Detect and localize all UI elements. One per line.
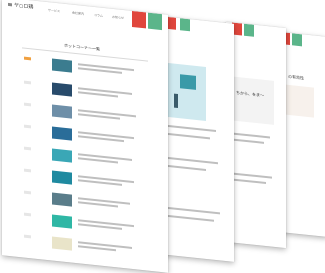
mockup-page-2	[160, 16, 234, 262]
nav-item[interactable]: お知らせ	[112, 15, 124, 20]
article-thumbnail	[52, 170, 72, 185]
article-thumbnail	[52, 192, 72, 207]
article-thumbnail	[52, 126, 72, 141]
article-thumbnail	[52, 236, 72, 251]
header-green-button	[292, 33, 302, 47]
article-thumbnail	[52, 82, 72, 97]
new-badge	[24, 56, 31, 61]
download-button[interactable]	[148, 12, 162, 31]
article-thumbnail	[52, 104, 72, 119]
mockup-stage: の有効性 ちから、をま〜 ヤ○ロ鶏 サービス 会社案内 コラム お知らせ ホット…	[0, 0, 325, 273]
article-thumbnail	[52, 58, 72, 73]
nav-item[interactable]: コラム	[94, 13, 103, 18]
article-thumbnail	[52, 148, 72, 163]
person-icon	[174, 93, 178, 109]
menu-icon	[8, 2, 12, 7]
page-3-hero	[230, 76, 274, 125]
mockup-page-front: ヤ○ロ鶏 サービス 会社案内 コラム お知らせ ホットコーナー一覧	[2, 0, 168, 273]
page-2-hero-illustration	[166, 62, 206, 121]
header-green-button	[180, 18, 190, 32]
section-title: ホットコーナー一覧	[64, 42, 100, 52]
page-4-headline: の有効性	[288, 73, 304, 81]
mockup-page-3: ちから、をま〜	[226, 21, 286, 249]
monitor-icon	[180, 74, 196, 90]
article-thumbnail	[52, 214, 72, 229]
site-logo: ヤ○ロ鶏	[14, 2, 34, 11]
site-header: ヤ○ロ鶏 サービス 会社案内 コラム お知らせ	[2, 0, 168, 33]
nav-item[interactable]: サービス	[48, 8, 60, 13]
header-green-button	[244, 23, 254, 37]
nav-item[interactable]: 会社案内	[72, 11, 84, 16]
contact-button[interactable]	[132, 10, 146, 29]
